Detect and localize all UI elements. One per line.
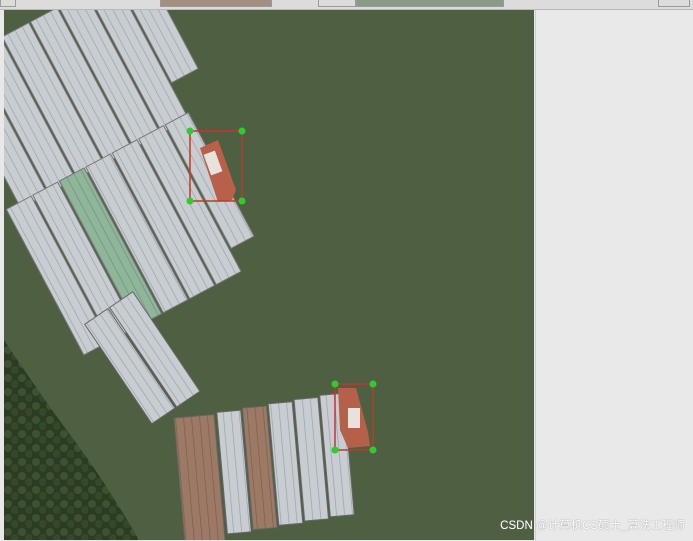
- side-panel: [535, 10, 693, 541]
- resize-handle[interactable]: [331, 380, 339, 388]
- top-toolbar-strip: [0, 0, 693, 10]
- toolbar-segment[interactable]: [0, 0, 16, 7]
- toolbar-segment[interactable]: [658, 0, 690, 7]
- resize-handle[interactable]: [331, 446, 339, 454]
- toolbar-segment[interactable]: [318, 0, 356, 7]
- toolbar-segment[interactable]: [356, 0, 504, 7]
- resize-handle[interactable]: [238, 127, 246, 135]
- resize-handle[interactable]: [186, 197, 194, 205]
- resize-handle[interactable]: [238, 197, 246, 205]
- resize-handle[interactable]: [186, 127, 194, 135]
- resize-handle[interactable]: [369, 380, 377, 388]
- resize-handle[interactable]: [369, 446, 377, 454]
- toolbar-segment[interactable]: [160, 0, 272, 7]
- aerial-image: [4, 10, 534, 540]
- watermark-text: CSDN @计算机CS硕士_算法工程师: [500, 520, 685, 532]
- image-canvas[interactable]: [4, 10, 534, 540]
